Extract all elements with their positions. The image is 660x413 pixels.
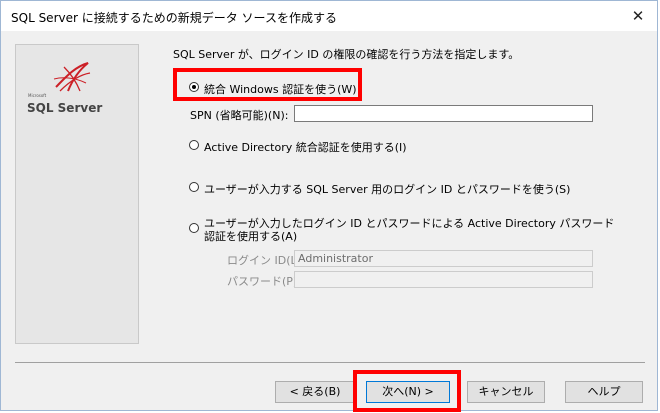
option-ad-password-label: ユーザーが入力したログイン ID とパスワードによる Active Direct… <box>204 217 615 243</box>
logo-product-name: SQL Server <box>27 101 103 115</box>
spn-input[interactable] <box>294 105 593 122</box>
logo-microsoft-text: Microsoft <box>28 93 47 98</box>
spn-label: SPN (省略可能)(N): <box>190 109 289 122</box>
sql-server-logo-icon <box>53 62 91 92</box>
side-banner: Microsoft SQL Server <box>15 44 139 344</box>
option-sql-auth-label: ユーザーが入力する SQL Server 用のログイン ID とパスワードを使う… <box>204 183 571 196</box>
radio-button[interactable] <box>189 182 199 192</box>
highlight-box-next <box>353 370 461 412</box>
dialog-window: SQL Server に接続するための新規データ ソースを作成する ✕ Micr… <box>0 0 658 412</box>
password-label: パスワード(P): <box>227 275 301 288</box>
help-button[interactable]: ヘルプ <box>565 381 643 403</box>
cancel-button[interactable]: キャンセル <box>467 381 545 403</box>
radio-button[interactable] <box>189 140 199 150</box>
back-button[interactable]: < 戻る(B) <box>275 381 355 403</box>
close-icon[interactable]: ✕ <box>627 5 649 27</box>
sql-server-logo: Microsoft SQL Server <box>26 57 130 117</box>
password-input[interactable] <box>294 271 593 288</box>
instruction-text: SQL Server が、ログイン ID の権限の確認を行う方法を指定します。 <box>173 48 520 61</box>
footer-divider <box>15 362 645 363</box>
option-ad-integrated-label: Active Directory 統合認証を使用する(I) <box>204 141 407 154</box>
highlight-box-windows-auth <box>173 68 362 101</box>
window-title: SQL Server に接続するための新規データ ソースを作成する <box>11 11 337 25</box>
radio-button[interactable] <box>189 223 199 233</box>
login-id-input[interactable]: Administrator <box>294 250 593 267</box>
title-bar: SQL Server に接続するための新規データ ソースを作成する ✕ <box>1 1 657 31</box>
login-id-label: ログイン ID(L): <box>227 254 305 267</box>
